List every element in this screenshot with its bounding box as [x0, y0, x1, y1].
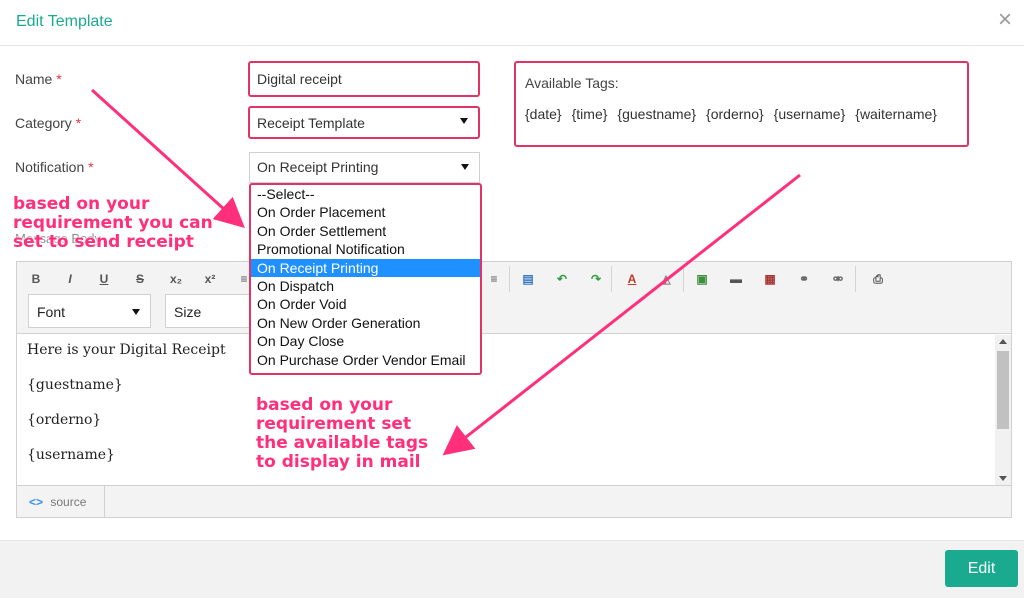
editor-line: {guestname} — [27, 377, 123, 393]
edit-button[interactable]: Edit — [945, 550, 1018, 587]
edit-template-modal: Edit Template × Name * Category * Notifi… — [0, 0, 1024, 598]
source-button[interactable]: <> source — [17, 486, 105, 518]
editor-toolbar: B I U S x₂ x² ≡ ≡ ▤ ↶ ↷ A ◭ ▣ ▬ ▦ ⚭ ⚮ ⎙ … — [17, 262, 1011, 334]
scroll-down-icon[interactable] — [999, 476, 1007, 481]
editor-line: {username} — [27, 447, 115, 463]
tag-item: {time} — [571, 106, 608, 122]
editor-footer: <> source — [17, 485, 1011, 518]
notification-select[interactable]: On Receipt Printing — [249, 152, 480, 183]
annotation-line: the available tags — [256, 433, 429, 453]
image-icon[interactable]: ▣ — [691, 269, 713, 289]
table-icon[interactable]: ▦ — [759, 269, 781, 289]
dropdown-option[interactable]: On Receipt Printing — [251, 258, 480, 277]
dropdown-option[interactable]: On Order Void — [251, 295, 480, 313]
dropdown-option[interactable]: Promotional Notification — [251, 240, 480, 258]
unlink-icon[interactable]: ⚮ — [827, 269, 849, 289]
name-label: Name * — [15, 71, 62, 87]
editor-scrollbar[interactable] — [995, 335, 1011, 485]
dropdown-option[interactable]: On Dispatch — [251, 277, 480, 295]
dropdown-option[interactable]: On Order Settlement — [251, 222, 480, 240]
bold-button[interactable]: B — [25, 269, 47, 289]
notification-label-text: Notification — [15, 159, 85, 175]
paste-icon[interactable]: ▤ — [517, 269, 539, 289]
category-label: Category * — [15, 115, 81, 131]
available-tags-list: {date} {time} {guestname} {orderno} {usernam… — [525, 106, 947, 122]
superscript-button[interactable]: x² — [199, 269, 221, 289]
scroll-up-icon[interactable] — [999, 339, 1007, 344]
annotation-line: based on your — [256, 395, 393, 415]
background-color-icon[interactable]: ◭ — [655, 269, 677, 289]
annotation-left: based on your requirement you can set to s… — [13, 195, 213, 252]
chevron-down-icon — [460, 118, 468, 124]
chevron-down-icon — [132, 309, 140, 315]
notification-options-list: --Select-- On Order Placement On Order Set… — [249, 183, 482, 375]
tag-item: {username} — [773, 106, 846, 122]
editor-line: {orderno} — [27, 412, 102, 428]
annotation-line: requirement set — [256, 414, 412, 434]
link-icon[interactable]: ⚭ — [793, 269, 815, 289]
subscript-button[interactable]: x₂ — [165, 269, 187, 289]
modal-title: Edit Template — [16, 13, 113, 30]
available-tags-title: Available Tags: — [525, 75, 619, 91]
rich-text-editor: B I U S x₂ x² ≡ ≡ ▤ ↶ ↷ A ◭ ▣ ▬ ▦ ⚭ ⚮ ⎙ … — [16, 261, 1012, 518]
annotation-line: set to send receipt — [13, 232, 194, 252]
undo-icon[interactable]: ↶ — [551, 269, 573, 289]
dropdown-option[interactable]: On New Order Generation — [251, 314, 480, 332]
modal-header: Edit Template × — [0, 0, 1024, 46]
annotation-line: to display in mail — [256, 452, 421, 472]
required-mark: * — [75, 115, 82, 131]
size-select[interactable]: Size — [165, 294, 255, 328]
annotation-line: based on your — [13, 194, 150, 214]
print-icon[interactable]: ⎙ — [867, 269, 889, 289]
tag-item: {guestname} — [617, 106, 697, 122]
toolbar-divider — [683, 266, 684, 292]
modal-footer — [0, 540, 1024, 598]
editor-line: Here is your Digital Receipt — [27, 342, 226, 358]
scrollbar-thumb[interactable] — [997, 351, 1009, 429]
name-field[interactable]: Digital receipt — [248, 61, 480, 97]
redo-icon[interactable]: ↷ — [585, 269, 607, 289]
strikethrough-button[interactable]: S — [129, 269, 151, 289]
annotation-line: requirement you can — [13, 213, 213, 233]
horizontal-rule-icon[interactable]: ▬ — [725, 269, 747, 289]
dropdown-option[interactable]: On Purchase Order Vendor Email — [251, 351, 480, 369]
underline-button[interactable]: U — [93, 269, 115, 289]
toolbar-divider — [611, 266, 612, 292]
italic-button[interactable]: I — [59, 269, 81, 289]
tag-item: {waitername} — [855, 106, 937, 122]
tag-item: {orderno} — [706, 106, 764, 122]
close-icon[interactable]: × — [998, 8, 1012, 32]
chevron-down-icon — [461, 164, 469, 170]
name-label-text: Name — [15, 71, 53, 87]
required-mark: * — [88, 159, 94, 175]
justify-icon[interactable]: ≡ — [483, 269, 505, 289]
text-color-icon[interactable]: A — [621, 269, 643, 289]
source-label: source — [50, 495, 87, 509]
dropdown-option[interactable]: On Day Close — [251, 332, 480, 350]
tag-item: {date} — [525, 106, 562, 122]
annotation-bottom: based on your requirement set the availabl… — [256, 396, 428, 472]
dropdown-option[interactable]: --Select-- — [251, 185, 480, 203]
category-select-value: Receipt Template — [257, 115, 365, 131]
font-select-label: Font — [37, 304, 66, 320]
font-select[interactable]: Font — [28, 294, 151, 328]
available-tags-box: Available Tags: {date} {time} {guestname}{… — [514, 61, 969, 147]
toolbar-divider — [855, 266, 856, 292]
notification-select-value: On Receipt Printing — [257, 159, 379, 175]
category-select[interactable]: Receipt Template — [248, 106, 480, 139]
required-mark: * — [56, 71, 62, 87]
toolbar-divider — [509, 266, 510, 292]
dropdown-option[interactable]: On Order Placement — [251, 203, 480, 221]
category-label-text: Category — [15, 115, 72, 131]
editor-content[interactable]: Here is your Digital Receipt {guestname} {… — [17, 335, 995, 485]
notification-label: Notification * — [15, 159, 94, 175]
size-select-label: Size — [174, 304, 202, 320]
code-icon: <> — [29, 495, 44, 509]
